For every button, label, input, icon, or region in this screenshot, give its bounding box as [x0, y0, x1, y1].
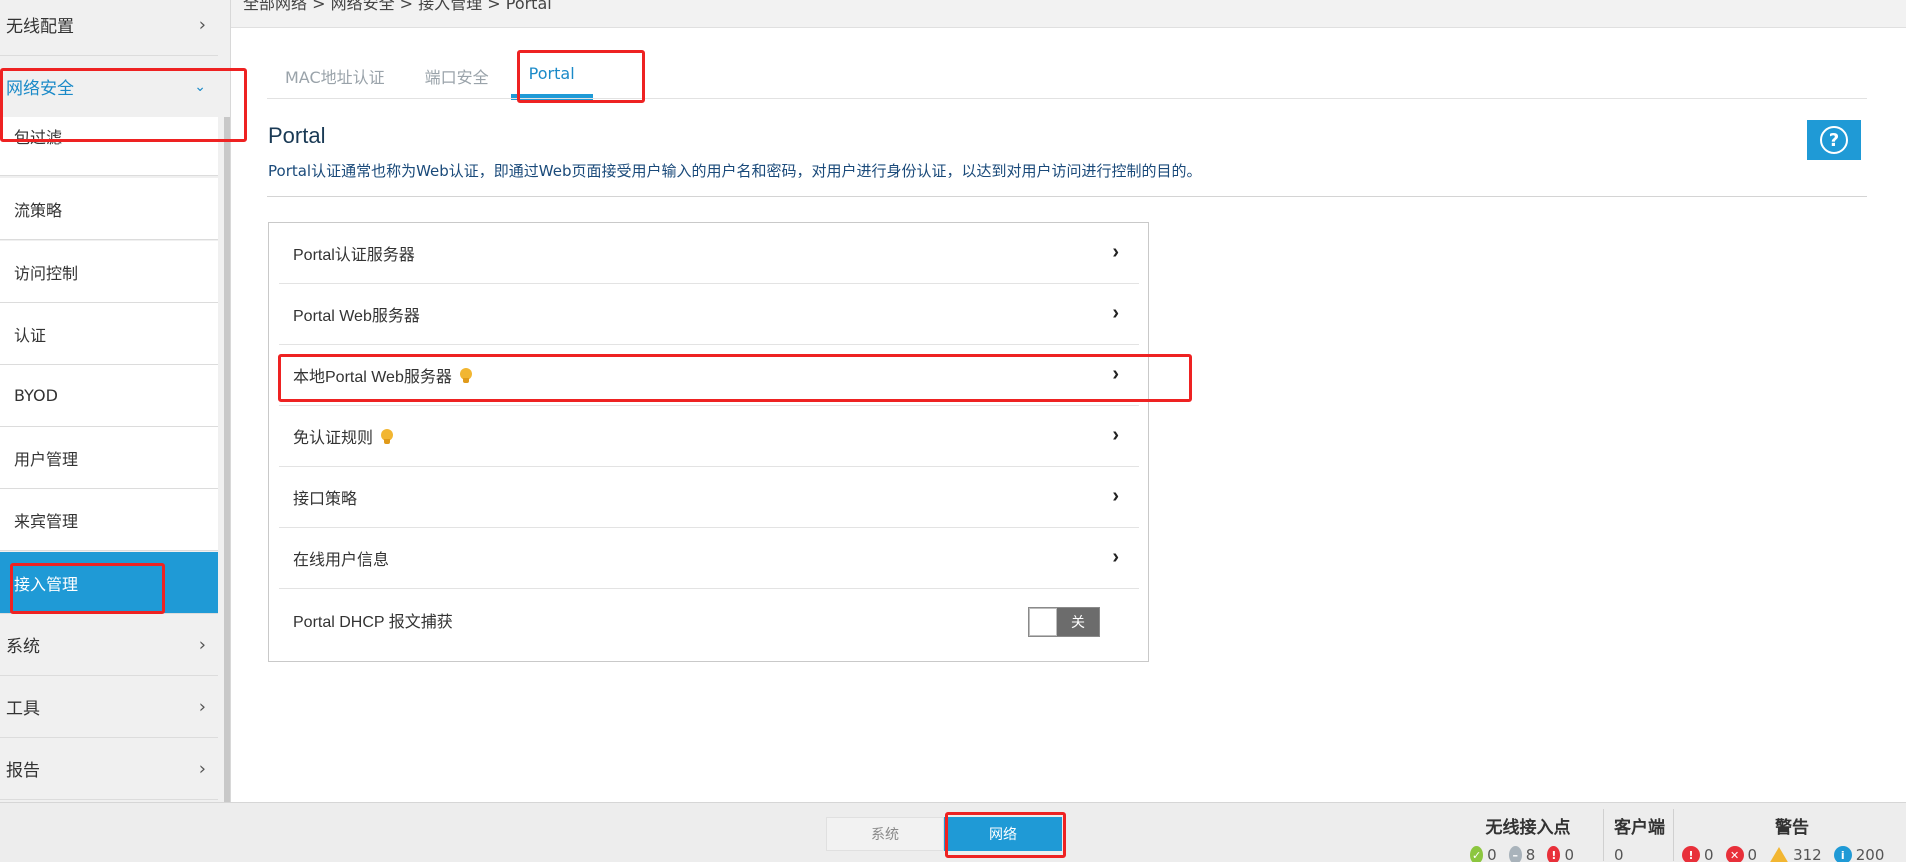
row-label: Portal DHCP 报文捕获: [293, 613, 453, 631]
sidebar-subitem-flow-policy[interactable]: 流策略: [0, 178, 218, 240]
sidebar-item-label: 网络安全: [6, 79, 74, 99]
dhcp-capture-toggle[interactable]: 关: [1028, 607, 1100, 637]
divider: [1603, 809, 1604, 861]
critical-icon: !: [1682, 846, 1700, 862]
tab-mac-auth[interactable]: MAC地址认证: [267, 50, 403, 96]
row-label: 在线用户信息: [293, 552, 390, 569]
divider: [1673, 809, 1674, 861]
sidebar-subitem-guest-management[interactable]: 来宾管理: [0, 489, 218, 551]
divider: [267, 98, 1867, 99]
row-label: Portal Web服务器: [293, 308, 420, 325]
page-title: Portal: [268, 123, 326, 148]
row-portal-dhcp-capture: Portal DHCP 报文捕获 关: [279, 589, 1139, 650]
chevron-right-icon: ›: [1112, 546, 1119, 569]
check-icon: ✓: [1470, 846, 1484, 862]
alert-icon: !: [1547, 846, 1561, 862]
client-stats[interactable]: 客户端 0: [1614, 813, 1674, 862]
sidebar-subitem-label: 认证: [14, 325, 47, 345]
sidebar-scrollbar[interactable]: [224, 117, 230, 802]
row-label: 接口策略: [293, 491, 358, 508]
mode-switch: 系统 网络: [826, 817, 1062, 851]
chevron-right-icon: ›: [198, 696, 206, 717]
alert-error-count: 0: [1747, 846, 1758, 862]
sidebar-item-label: 工具: [6, 699, 40, 719]
sidebar-item-label: 报告: [6, 761, 40, 781]
sidebar-subitem-label: 用户管理: [14, 449, 79, 469]
row-portal-web-server[interactable]: Portal Web服务器 ›: [279, 284, 1139, 345]
sidebar-item-reports[interactable]: 报告 ›: [0, 738, 218, 800]
toggle-knob: [1029, 608, 1057, 636]
sidebar-subitem-access-management[interactable]: 接入管理: [0, 552, 218, 614]
sidebar-subitem-label: 接入管理: [14, 574, 79, 594]
row-auth-free-rules[interactable]: 免认证规则 ›: [279, 406, 1139, 467]
mode-system-button[interactable]: 系统: [826, 817, 944, 851]
error-x-icon: ✕: [1725, 846, 1744, 862]
row-interface-policy[interactable]: 接口策略 ›: [279, 467, 1139, 528]
page-description: Portal认证通常也称为Web认证，即通过Web页面接受用户输入的用户名和密码…: [268, 162, 1202, 180]
row-label: 免认证规则: [293, 430, 374, 447]
chevron-right-icon: ›: [198, 14, 206, 35]
help-icon: ?: [1820, 126, 1848, 154]
lightbulb-icon: [381, 429, 394, 445]
ap-err-count: 0: [1564, 846, 1575, 862]
row-label: 本地Portal Web服务器: [293, 369, 452, 386]
status-bar: 系统 网络 无线接入点 ✓ 0 – 8 ! 0 客户端 0 警告 ! 0 ✕ 0…: [0, 802, 1906, 862]
help-button[interactable]: ?: [1807, 120, 1861, 160]
sidebar-item-label: 无线配置: [6, 17, 74, 37]
divider: [267, 196, 1867, 197]
chevron-right-icon: ›: [198, 634, 206, 655]
ap-stats-title: 无线接入点: [1485, 818, 1571, 838]
toggle-label: 关: [1071, 614, 1085, 630]
sidebar-item-network-security[interactable]: 网络安全 ⌄: [0, 56, 218, 118]
sidebar-subitem-access-control[interactable]: 访问控制: [0, 241, 218, 303]
client-stats-title: 客户端: [1614, 818, 1665, 838]
sidebar-subitem-label: 包过滤: [14, 128, 63, 147]
row-local-portal-web-server[interactable]: 本地Portal Web服务器 ›: [279, 345, 1139, 406]
ap-minus-count: 8: [1525, 846, 1536, 862]
sidebar-subitem-byod[interactable]: BYOD: [0, 365, 218, 427]
tab-portal[interactable]: Portal: [510, 50, 593, 100]
client-count: 0: [1614, 846, 1624, 862]
sidebar-subitem-packet-filter[interactable]: 包过滤: [0, 117, 218, 176]
chevron-right-icon: ›: [1112, 241, 1119, 264]
sidebar-subitem-label: 访问控制: [14, 263, 79, 283]
alert-stats[interactable]: 警告 ! 0 ✕ 0 312 i 200: [1682, 813, 1902, 862]
lightbulb-icon: [459, 368, 472, 384]
main-content: MAC地址认证 端口安全 Portal Portal Portal认证通常也称为…: [231, 28, 1906, 802]
alert-warning-count: 312: [1793, 846, 1822, 862]
sidebar-subitem-authentication[interactable]: 认证: [0, 303, 218, 365]
sidebar-subitem-label: BYOD: [14, 386, 58, 405]
alert-stats-title: 警告: [1775, 818, 1809, 838]
mode-network-button[interactable]: 网络: [944, 817, 1062, 851]
warning-icon: [1769, 846, 1790, 862]
sidebar-item-wireless-config[interactable]: 无线配置 ›: [0, 0, 218, 56]
row-label: Portal认证服务器: [293, 247, 415, 264]
chevron-right-icon: ›: [198, 758, 206, 779]
row-portal-auth-server[interactable]: Portal认证服务器 ›: [279, 223, 1139, 284]
chevron-right-icon: ›: [1112, 485, 1119, 508]
ap-ok-count: 0: [1487, 846, 1497, 862]
sidebar-subitem-user-management[interactable]: 用户管理: [0, 427, 218, 489]
sidebar-item-label: 系统: [6, 637, 40, 657]
sidebar-subitem-label: 流策略: [14, 200, 63, 220]
tab-bar: MAC地址认证 端口安全 Portal: [267, 50, 597, 100]
row-online-user-info[interactable]: 在线用户信息 ›: [279, 528, 1139, 589]
sidebar-item-system[interactable]: 系统 ›: [0, 614, 218, 676]
sidebar-item-tools[interactable]: 工具 ›: [0, 676, 218, 738]
chevron-right-icon: ›: [1112, 363, 1119, 386]
info-icon: i: [1833, 846, 1852, 862]
top-strip: 全部网络 > 网络安全 > 接入管理 > Portal: [231, 0, 1906, 28]
portal-settings-panel: Portal认证服务器 › Portal Web服务器 › 本地Portal W…: [268, 222, 1149, 662]
sidebar: 无线配置 › 网络安全 ⌄ 包过滤 流策略 访问控制 认证 BYOD 用户管理 …: [0, 0, 231, 802]
minus-icon: –: [1508, 846, 1522, 862]
tab-port-security[interactable]: 端口安全: [407, 50, 507, 96]
chevron-down-icon: ⌄: [194, 78, 206, 95]
alert-info-count: 200: [1855, 846, 1885, 862]
ap-stats[interactable]: 无线接入点 ✓ 0 – 8 ! 0: [1470, 813, 1586, 862]
sidebar-subitem-label: 来宾管理: [14, 511, 79, 531]
chevron-right-icon: ›: [1112, 302, 1119, 325]
alert-critical-count: 0: [1704, 846, 1714, 862]
chevron-right-icon: ›: [1112, 424, 1119, 447]
breadcrumb[interactable]: 全部网络 > 网络安全 > 接入管理 > Portal: [243, 0, 552, 14]
